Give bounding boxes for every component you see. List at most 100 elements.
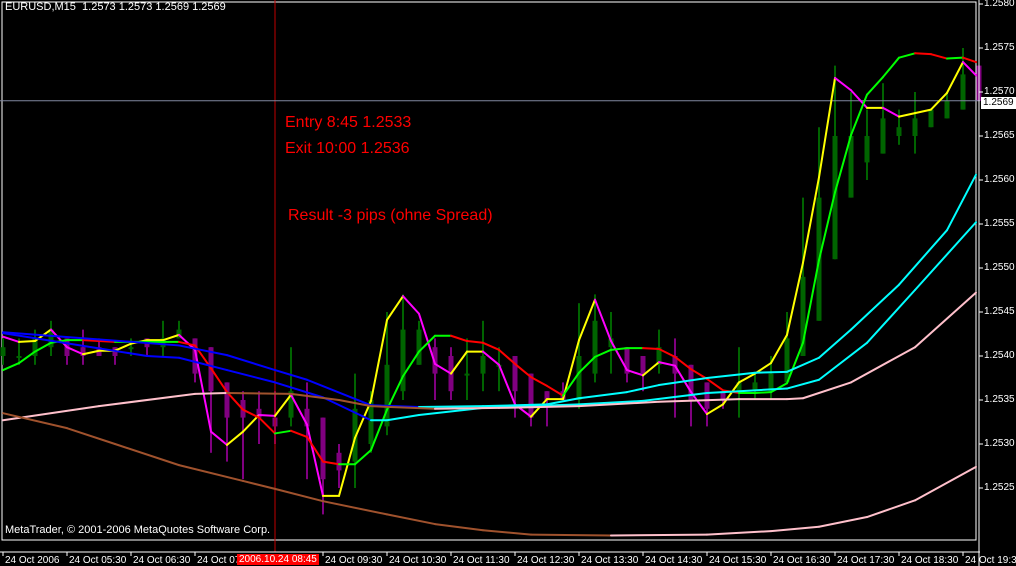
fast-ma-segment [210,430,228,446]
candle-body [16,356,22,358]
mid-ma-2-segment [754,387,788,392]
long-ma-2-segment [322,500,388,516]
mid-ma-1-segment [418,405,484,409]
long-ma-2-segment [66,427,116,445]
slow-ma-segment [274,429,292,435]
copyright-label: MetaTrader, © 2001-2006 MetaQuotes Softw… [5,524,271,536]
candle-body [0,347,6,356]
mid-ma-2-segment [226,369,276,384]
mid-ma-1-segment [578,391,628,400]
x-tick-label: 24 Oct 14:30 [645,555,703,566]
x-tick-label: 24 Oct 10:30 [389,555,447,566]
long-ma-1-segment [434,406,500,410]
fast-ma-segment [898,112,916,118]
long-ma-2-segment [242,479,276,490]
candle-body [224,382,230,418]
fast-ma-segment [226,430,244,446]
mid-ma-2-segment [818,341,868,381]
fast-ma-segment [402,295,420,315]
candle-body [576,356,582,400]
fast-ma-segment [258,413,276,417]
slow-ma-segment [482,341,500,351]
y-tick-label: 1.2530 [984,438,1015,449]
candle-body [336,452,342,471]
long-ma-1-segment [226,391,292,395]
price-chart[interactable] [0,0,1016,566]
slow-ma-segment [290,429,308,438]
long-ma-2-segment [706,530,772,536]
x-tick-label: 24 Oct 06:30 [133,555,191,566]
y-tick-label: 1.2570 [984,86,1015,97]
candle-body [416,329,422,365]
long-ma-2-segment [434,523,484,532]
y-tick-label: 1.2540 [984,350,1015,361]
slow-ma-segment [466,340,484,344]
slow-ma-segment [914,52,932,56]
x-tick-label: 24 Oct 17:30 [837,555,895,566]
long-ma-1-segment [2,405,100,422]
mid-ma-1-segment [898,229,948,286]
chart-window[interactable]: EURUSD,M15 1.2573 1.2573 1.2569 1.2569 E… [0,0,1016,566]
y-tick-label: 1.2535 [984,394,1015,405]
long-ma-1-segment [914,291,977,349]
candle-body [784,338,790,383]
y-tick-label: 1.2550 [984,262,1015,273]
candle-body [944,100,950,119]
mid-ma-1-segment [178,344,228,357]
fast-ma-segment [386,295,404,321]
symbol-label: EURUSD,M15 [5,1,76,13]
mid-ma-1-segment [754,370,788,374]
candle-body [912,118,918,136]
slow-ma-segment [882,56,900,79]
y-tick-label: 1.2565 [984,130,1015,141]
long-ma-2-segment [866,499,916,519]
slow-ma-segment [82,339,100,343]
slow-ma-segment [450,334,468,343]
candle-body [320,417,326,480]
slow-ma-segment [930,53,948,60]
slow-ma-segment [754,391,772,394]
candle-body [880,118,886,154]
long-ma-2-segment [274,487,324,503]
candle-body [128,347,134,350]
ohlc-label: 1.2573 1.2573 1.2569 1.2569 [82,1,226,13]
fast-ma-segment [882,106,900,118]
long-ma-2-segment [610,533,708,537]
candle-body [384,364,390,427]
mid-ma-2-segment [2,332,148,357]
slow-ma-segment [898,52,916,59]
candle-body [704,382,710,409]
candle-body [640,356,646,374]
x-tick-label: 24 Oct 12:30 [517,555,575,566]
candle-body [864,136,870,163]
long-ma-2-segment [530,533,612,537]
mid-ma-2-segment [178,356,228,372]
slow-ma-segment [642,347,660,350]
slow-ma-segment [946,56,964,60]
y-tick-label: 1.2545 [984,306,1015,317]
long-ma-2-segment [114,443,180,467]
mid-ma-1-segment [306,378,372,407]
exit-annotation: Exit 10:00 1.2536 [285,140,410,157]
entry-annotation: Entry 8:45 1.2533 [285,114,412,131]
long-ma-1-segment [194,391,228,395]
long-ma-2-segment [818,516,868,528]
long-ma-2-segment [178,464,244,482]
mid-ma-2-segment [386,413,420,422]
candle-body [464,373,470,376]
plot-frame [1,1,977,541]
fast-ma-segment [834,76,852,92]
x-tick-label: 24 Oct 05:30 [69,555,127,566]
mid-ma-1-segment [2,331,180,347]
candle-body [480,356,486,374]
x-tick-label: 24 Oct 09:30 [325,555,383,566]
x-tick-label: 24 Oct 19:30 [965,555,1016,566]
long-ma-1-segment [802,381,852,400]
long-ma-1-segment [850,346,916,384]
long-ma-2-segment [482,529,532,536]
x-tick-label: 24 Oct 15:30 [709,555,767,566]
long-ma-2-segment [770,525,820,533]
long-ma-1-segment [98,392,196,408]
slow-ma-segment [962,56,977,64]
x-tick-label: 24 Oct 16:30 [773,555,831,566]
